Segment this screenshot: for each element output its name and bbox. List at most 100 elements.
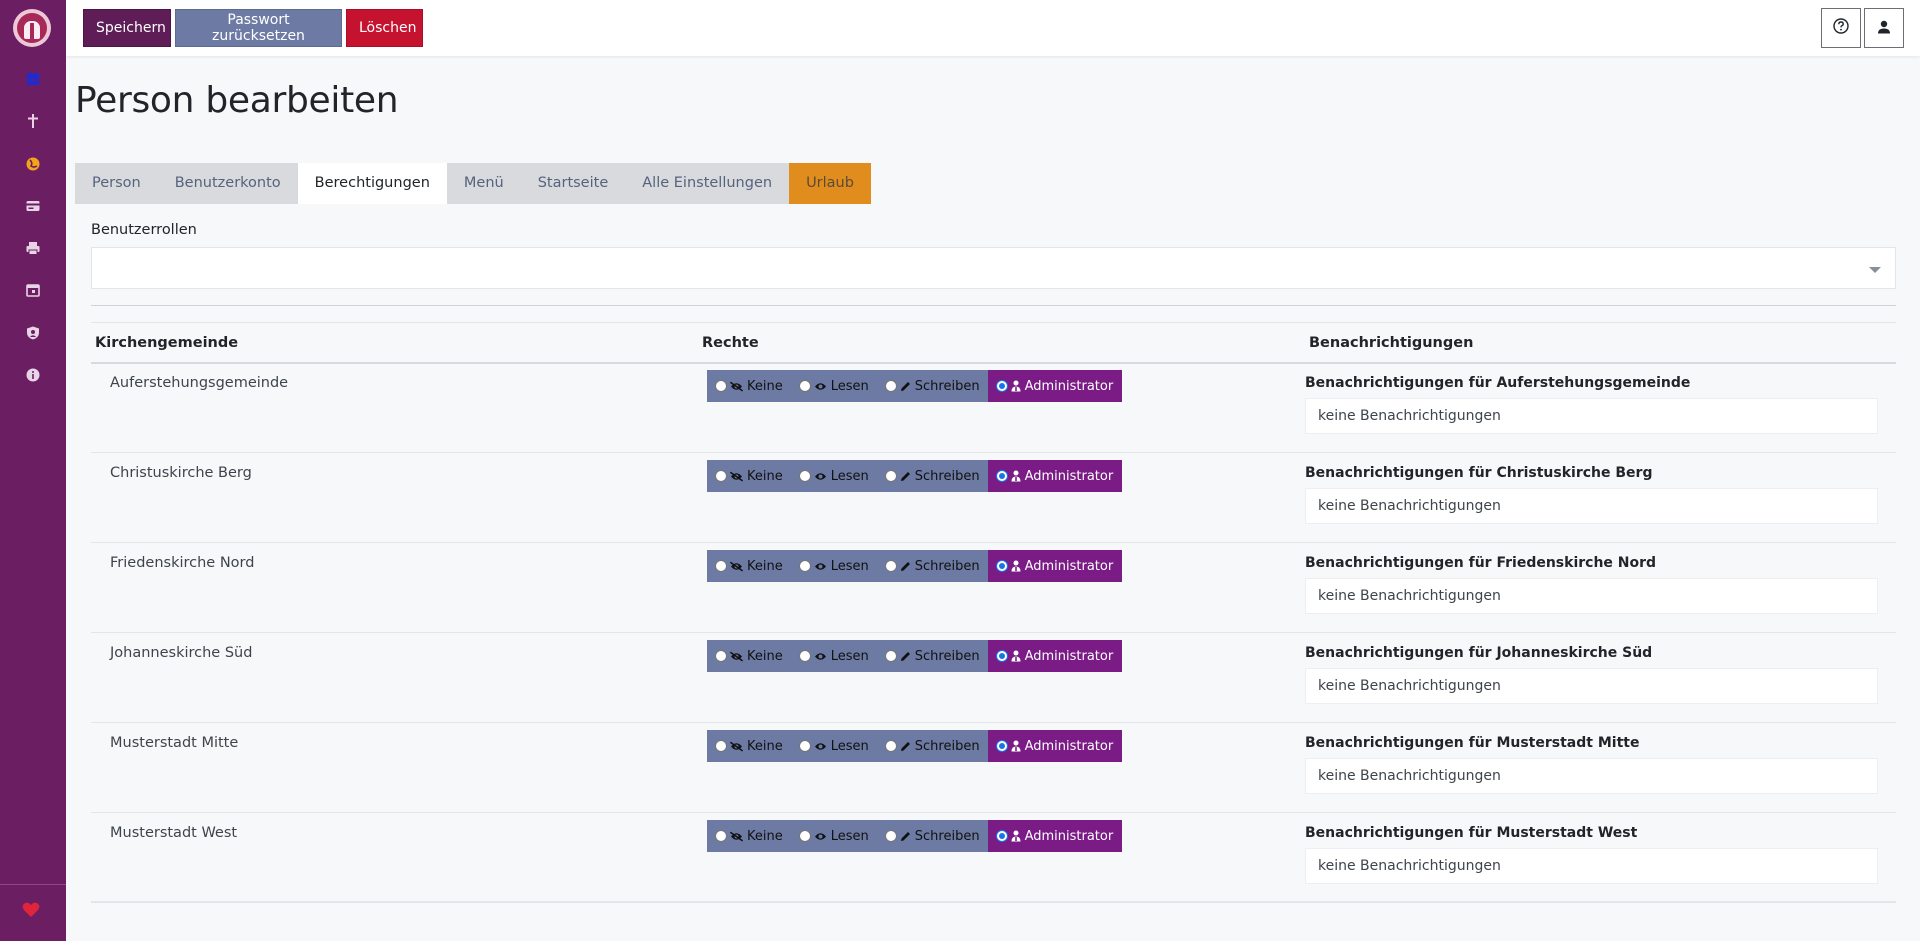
permission-option-admin[interactable]: Administrator [987, 460, 1123, 492]
notification-select[interactable]: keine Benachrichtigungen [1305, 488, 1878, 524]
permission-option-label: Administrator [1024, 738, 1114, 754]
permission-selector[interactable]: Keine Lesen Schreiben Administrator [707, 370, 1123, 402]
table-row: Friedenskirche Nord Keine Lesen Schreiben Ad… [91, 544, 1896, 633]
eye-icon [814, 651, 831, 662]
permission-option-read[interactable]: Lesen [790, 460, 877, 492]
notification-select[interactable]: keine Benachrichtigungen [1305, 668, 1878, 704]
radio-button[interactable] [995, 740, 1008, 752]
notification-select[interactable]: keine Benachrichtigungen [1305, 848, 1878, 884]
cross-icon[interactable] [21, 109, 45, 133]
user-admin-icon [1011, 740, 1025, 752]
permission-option-admin[interactable]: Administrator [987, 730, 1123, 762]
printer-icon[interactable] [21, 236, 45, 260]
radio-button[interactable] [995, 470, 1008, 482]
calendar-day-icon[interactable] [21, 278, 45, 302]
roles-select[interactable] [91, 247, 1896, 289]
globe-icon[interactable] [21, 152, 45, 176]
card-icon[interactable] [21, 194, 45, 218]
sidebar [0, 0, 66, 941]
eye-icon [814, 831, 831, 842]
permission-selector[interactable]: Keine Lesen Schreiben Administrator [707, 550, 1123, 582]
delete-button[interactable]: Löschen [346, 9, 423, 47]
permission-option-none[interactable]: Keine [707, 370, 791, 402]
permission-option-admin[interactable]: Administrator [987, 550, 1123, 582]
permission-option-write[interactable]: Schreiben [876, 820, 988, 852]
notification-select[interactable]: keine Benachrichtigungen [1305, 758, 1878, 794]
permission-option-none[interactable]: Keine [707, 640, 791, 672]
user-menu-button[interactable] [1864, 8, 1904, 48]
radio-button[interactable] [715, 560, 727, 572]
radio-button[interactable] [995, 380, 1008, 392]
permission-selector[interactable]: Keine Lesen Schreiben Administrator [707, 640, 1123, 672]
radio-button[interactable] [884, 470, 897, 482]
info-icon[interactable] [21, 363, 45, 387]
permission-option-admin[interactable]: Administrator [987, 820, 1123, 852]
reset-password-button[interactable]: Passwort zurücksetzen [175, 9, 342, 47]
radio-button[interactable] [715, 650, 727, 662]
radio-button[interactable] [884, 740, 897, 752]
column-header-parish: Kirchengemeinde [95, 335, 239, 351]
permission-option-label: Lesen [830, 738, 869, 754]
permission-option-read[interactable]: Lesen [790, 640, 877, 672]
permission-selector[interactable]: Keine Lesen Schreiben Administrator [707, 460, 1123, 492]
radio-button[interactable] [798, 830, 811, 842]
permission-option-none[interactable]: Keine [707, 820, 791, 852]
notification-select[interactable]: keine Benachrichtigungen [1305, 398, 1878, 434]
help-button[interactable] [1821, 8, 1861, 48]
pencil-icon [900, 381, 915, 392]
permission-option-read[interactable]: Lesen [790, 730, 877, 762]
shield-user-icon[interactable] [21, 321, 45, 345]
tab-alle-einstellungen[interactable]: Alle Einstellungen [625, 163, 790, 204]
permission-option-none[interactable]: Keine [707, 730, 791, 762]
calendar-icon[interactable] [21, 67, 45, 91]
radio-button[interactable] [884, 650, 897, 662]
save-button[interactable]: Speichern [83, 9, 171, 47]
tab-berechtigungen[interactable]: Berechtigungen [297, 163, 447, 204]
tab-startseite[interactable]: Startseite [520, 163, 626, 204]
permission-option-write[interactable]: Schreiben [876, 460, 988, 492]
permission-option-write[interactable]: Schreiben [876, 730, 988, 762]
permission-option-admin[interactable]: Administrator [987, 640, 1123, 672]
radio-button[interactable] [715, 830, 727, 842]
parish-name: Musterstadt West [110, 825, 238, 841]
notification-select[interactable]: keine Benachrichtigungen [1305, 578, 1878, 614]
tab-urlaub[interactable]: Urlaub [789, 163, 871, 204]
radio-button[interactable] [715, 380, 727, 392]
table-row: Christuskirche Berg Keine Lesen Schreiben Ad… [91, 454, 1896, 543]
radio-button[interactable] [798, 560, 811, 572]
tab-menue[interactable]: Menü [446, 163, 521, 204]
permission-option-read[interactable]: Lesen [790, 550, 877, 582]
permission-option-write[interactable]: Schreiben [876, 370, 988, 402]
heart-icon[interactable] [22, 902, 40, 922]
radio-button[interactable] [798, 740, 811, 752]
permission-option-read[interactable]: Lesen [790, 370, 877, 402]
tab-benutzerkonto[interactable]: Benutzerkonto [157, 163, 298, 204]
app-logo[interactable] [13, 9, 51, 47]
permission-option-read[interactable]: Lesen [790, 820, 877, 852]
permission-option-label: Lesen [830, 828, 869, 844]
radio-button[interactable] [715, 470, 727, 482]
permission-option-label: Schreiben [914, 378, 980, 394]
radio-button[interactable] [995, 650, 1008, 662]
radio-button[interactable] [798, 380, 811, 392]
radio-button[interactable] [995, 560, 1008, 572]
permission-option-none[interactable]: Keine [707, 460, 791, 492]
permission-option-label: Keine [747, 648, 783, 664]
eye-icon [814, 561, 831, 572]
permission-selector[interactable]: Keine Lesen Schreiben Administrator [707, 820, 1123, 852]
radio-button[interactable] [798, 650, 811, 662]
permission-option-none[interactable]: Keine [707, 550, 791, 582]
radio-button[interactable] [884, 560, 897, 572]
permission-option-label: Schreiben [914, 558, 980, 574]
radio-button[interactable] [715, 740, 727, 752]
page-title: Person bearbeiten [75, 80, 399, 121]
radio-button[interactable] [798, 470, 811, 482]
radio-button[interactable] [995, 830, 1008, 842]
radio-button[interactable] [884, 380, 897, 392]
permission-option-write[interactable]: Schreiben [876, 550, 988, 582]
tab-person[interactable]: Person [75, 163, 158, 204]
permission-selector[interactable]: Keine Lesen Schreiben Administrator [707, 730, 1123, 762]
permission-option-write[interactable]: Schreiben [876, 640, 988, 672]
permission-option-admin[interactable]: Administrator [987, 370, 1123, 402]
radio-button[interactable] [884, 830, 897, 842]
